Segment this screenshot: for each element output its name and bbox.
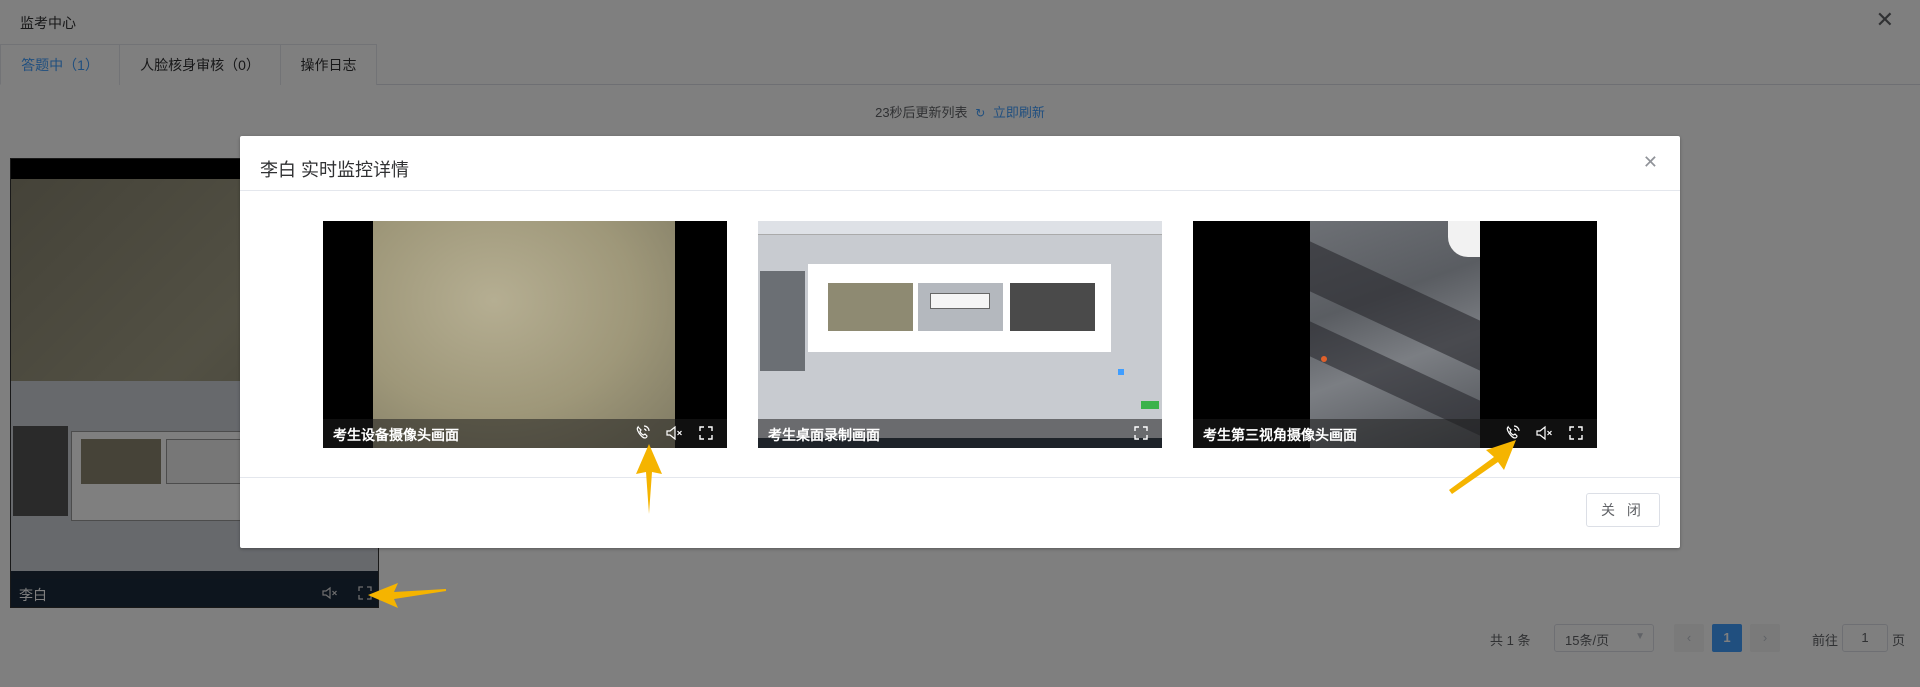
desktop-recording-video[interactable]: 考生桌面录制画面 [758,221,1162,448]
camera-feed-detail [1321,356,1327,362]
device-camera-video[interactable]: 考生设备摄像头画面 [323,221,727,448]
third-view-camera-video[interactable]: 考生第三视角摄像头画面 [1193,221,1597,448]
annotation-arrow-up-icon [636,444,662,514]
dialog-title: 李白 实时监控详情 [260,160,410,180]
desktop-thumb [1010,283,1095,331]
video-label: 考生第三视角摄像头画面 [1203,427,1357,443]
dialog-body: 考生设备摄像头画面 考生桌面录制画面 考生第三视角摄像头画面 [240,192,1680,478]
desktop-feed [758,221,1162,448]
desktop-sidebar [760,271,805,371]
annotation-arrow-diagonal-icon [1449,440,1516,494]
browser-tabs [758,221,1162,235]
close-button[interactable]: 关 闭 [1586,493,1660,527]
desktop-thumb [828,283,913,331]
fullscreen-icon[interactable] [697,423,715,443]
video-label: 考生桌面录制画面 [768,427,880,443]
desktop-page-marker [1118,369,1124,375]
annotation-arrow-left-icon [368,583,446,608]
video-control-bar: 考生桌面录制画面 [758,419,1162,448]
call-icon[interactable] [634,423,652,443]
close-icon[interactable]: ✕ [1643,153,1658,171]
desktop-thumb [930,293,990,309]
dialog-header: 李白 实时监控详情 ✕ [240,136,1680,191]
desktop-badge [1141,401,1159,409]
mute-icon[interactable] [1535,423,1554,443]
fullscreen-icon[interactable] [1567,423,1585,443]
video-control-bar: 考生设备摄像头画面 [323,419,727,448]
mute-icon[interactable] [665,423,684,443]
video-control-bar: 考生第三视角摄像头画面 [1193,419,1597,448]
camera-feed [373,221,675,448]
fullscreen-icon[interactable] [1132,423,1150,443]
video-label: 考生设备摄像头画面 [333,427,459,443]
